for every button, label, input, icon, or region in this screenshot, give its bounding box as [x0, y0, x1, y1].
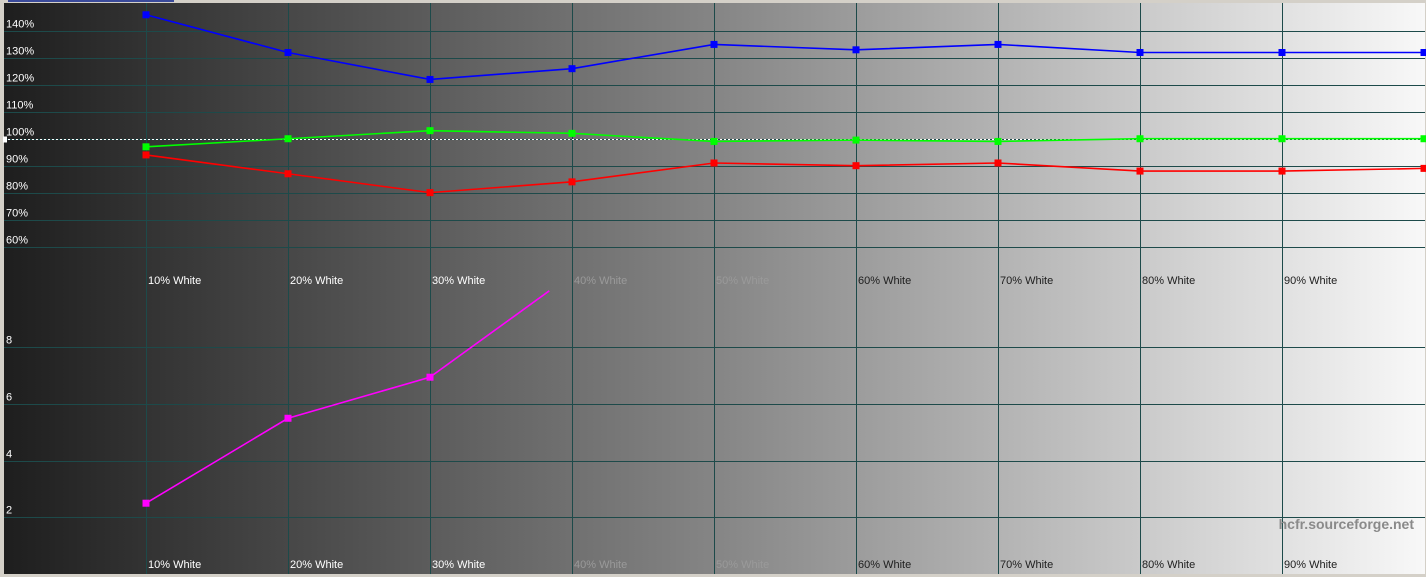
category-label: 60% White: [858, 559, 911, 571]
category-label: 30% White: [432, 559, 485, 571]
y-tick-label: 140%: [6, 19, 34, 31]
chart-svg: 60% 70% 80% 90% 100% 110% 120% 130% 140% 10% Whit…: [0, 0, 1426, 574]
data-point: [710, 159, 718, 167]
y-tick-label: 70%: [6, 208, 28, 220]
category-label: 40% White: [574, 559, 627, 571]
watermark: hcfr.sourceforge.net: [1279, 516, 1415, 532]
data-point: [1136, 167, 1144, 175]
y-tick-label: 130%: [6, 46, 34, 58]
data-point: [142, 499, 150, 507]
category-label: 30% White: [432, 275, 485, 287]
data-point: [1278, 49, 1286, 57]
category-label: 70% White: [1000, 559, 1053, 571]
category-label: 90% White: [1284, 559, 1337, 571]
data-point: [284, 49, 292, 57]
category-label: 50% White: [716, 559, 769, 571]
data-point: [284, 170, 292, 178]
y-tick-label: 100%: [6, 127, 34, 139]
data-point: [1420, 164, 1426, 172]
data-point: [1420, 49, 1426, 57]
category-label: 80% White: [1142, 559, 1195, 571]
category-label: 70% White: [1000, 275, 1053, 287]
data-point: [426, 127, 434, 135]
data-point: [710, 137, 718, 145]
category-label: 10% White: [148, 559, 201, 571]
data-point: [142, 11, 150, 19]
category-label: 10% White: [148, 275, 201, 287]
data-point: [284, 135, 292, 143]
data-point: [426, 75, 434, 83]
top-selection-bar: [8, 0, 174, 2]
y-tick-label: 8: [6, 335, 12, 347]
data-point: [1278, 167, 1286, 175]
y-tick-label: 2: [6, 505, 12, 517]
y-tick-label: 4: [6, 449, 12, 461]
y-tick-label: 120%: [6, 73, 34, 85]
data-point: [852, 46, 860, 54]
chart-area: 60% 70% 80% 90% 100% 110% 120% 130% 140% 10% Whit…: [0, 0, 1426, 577]
y-tick-label: 80%: [6, 181, 28, 193]
data-point: [1278, 135, 1286, 143]
data-point: [142, 151, 150, 159]
category-label: 80% White: [1142, 275, 1195, 287]
data-point: [568, 129, 576, 137]
data-point: [994, 40, 1002, 48]
data-point: [426, 189, 434, 197]
data-point: [284, 414, 292, 422]
data-point: [142, 143, 150, 151]
data-point: [1136, 49, 1144, 57]
data-point: [852, 136, 860, 144]
data-point: [710, 40, 718, 48]
y-tick-label: 6: [6, 392, 12, 404]
data-point: [568, 178, 576, 186]
data-point: [994, 159, 1002, 167]
y-tick-label: 60%: [6, 235, 28, 247]
category-label: 60% White: [858, 275, 911, 287]
data-point: [568, 65, 576, 73]
data-point: [852, 162, 860, 170]
category-label: 50% White: [716, 275, 769, 287]
y-tick-label: 90%: [6, 154, 28, 166]
data-point: [426, 373, 434, 381]
y-tick-label: 110%: [6, 100, 34, 112]
category-label: 40% White: [574, 275, 627, 287]
data-point: [1420, 135, 1426, 143]
category-label: 90% White: [1284, 275, 1337, 287]
top-frame-strip: [0, 0, 1426, 3]
data-point: [1136, 135, 1144, 143]
category-label: 20% White: [290, 275, 343, 287]
data-point: [994, 137, 1002, 145]
category-label: 20% White: [290, 559, 343, 571]
